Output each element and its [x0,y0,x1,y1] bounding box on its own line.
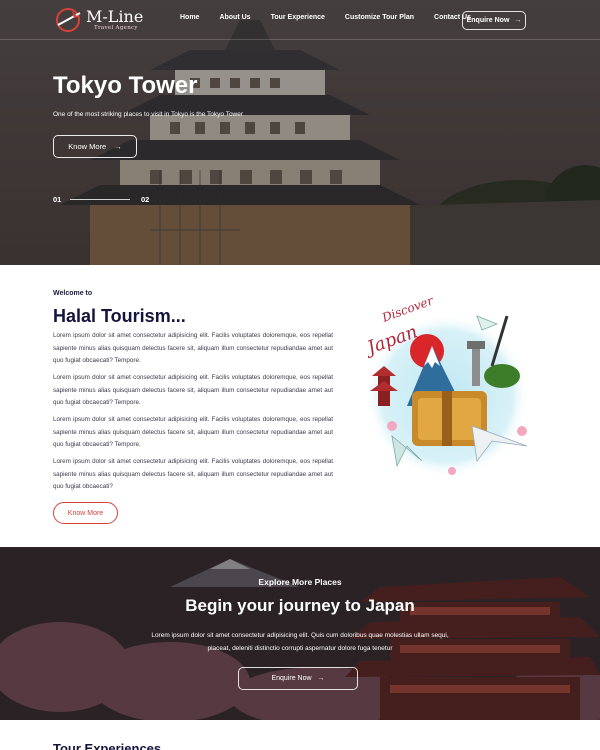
welcome-paragraph: Lorem ipsum dolor sit amet consectetur a… [53,458,333,491]
logo-subtitle: Travel Agency [94,25,138,31]
nav-link-home[interactable]: Home [180,14,199,21]
tour-experiences-heading: Tour Experiences [53,741,162,750]
journey-section: Explore More Places Begin your journey t… [0,547,600,720]
journey-text: Lorem ipsum dolor sit amet consectetur a… [151,632,449,652]
welcome-know-more-button[interactable]: Know More [53,502,118,524]
enquire-now-label: Enquire Now [271,675,312,682]
hero-title: Tokyo Tower [53,72,198,99]
main-menu: Home About Us Tour Experience Customize … [180,14,491,21]
top-navigation: M-Line Travel Agency Home About Us Tour … [0,0,600,40]
brand-logo[interactable]: M-Line Travel Agency [54,7,154,33]
welcome-paragraph: Lorem ipsum dolor sit amet consectetur a… [53,416,333,449]
welcome-kicker: Welcome to [53,290,93,297]
nav-link-customize-tour-plan[interactable]: Customize Tour Plan [345,14,414,21]
arrow-right-icon: → [114,142,122,151]
arrow-right-icon: → [514,17,522,24]
journey-title: Begin your journey to Japan [185,596,415,615]
logo-text: M-Line [86,7,144,26]
hero-know-more-button[interactable]: Know More → [53,135,137,158]
enquire-now-label: Enquire Now [466,17,510,24]
slide-progress-line [70,199,130,200]
slide-indicator-next[interactable]: 02 [141,195,149,204]
welcome-paragraph: Lorem ipsum dolor sit amet consectetur a… [53,374,333,407]
slide-indicator-current[interactable]: 01 [53,195,61,204]
plane-globe-icon [56,8,81,32]
welcome-title: Halal Tourism... [53,306,186,326]
journey-enquire-button[interactable]: Enquire Now → [238,667,358,690]
hero-section: M-Line Travel Agency Home About Us Tour … [0,0,600,265]
enquire-now-button[interactable]: Enquire Now → [462,11,526,30]
discover-japan-illustration: Discover Japan [361,296,529,478]
journey-kicker: Explore More Places [258,577,342,587]
know-more-label: Know More [68,142,107,151]
arrow-right-icon: → [317,675,325,682]
hero-subtitle: One of the most striking places to visit… [53,111,244,118]
welcome-paragraph: Lorem ipsum dolor sit amet consectetur a… [53,332,333,365]
nav-link-tour-experience[interactable]: Tour Experience [271,14,325,21]
nav-link-about-us[interactable]: About Us [219,14,250,21]
